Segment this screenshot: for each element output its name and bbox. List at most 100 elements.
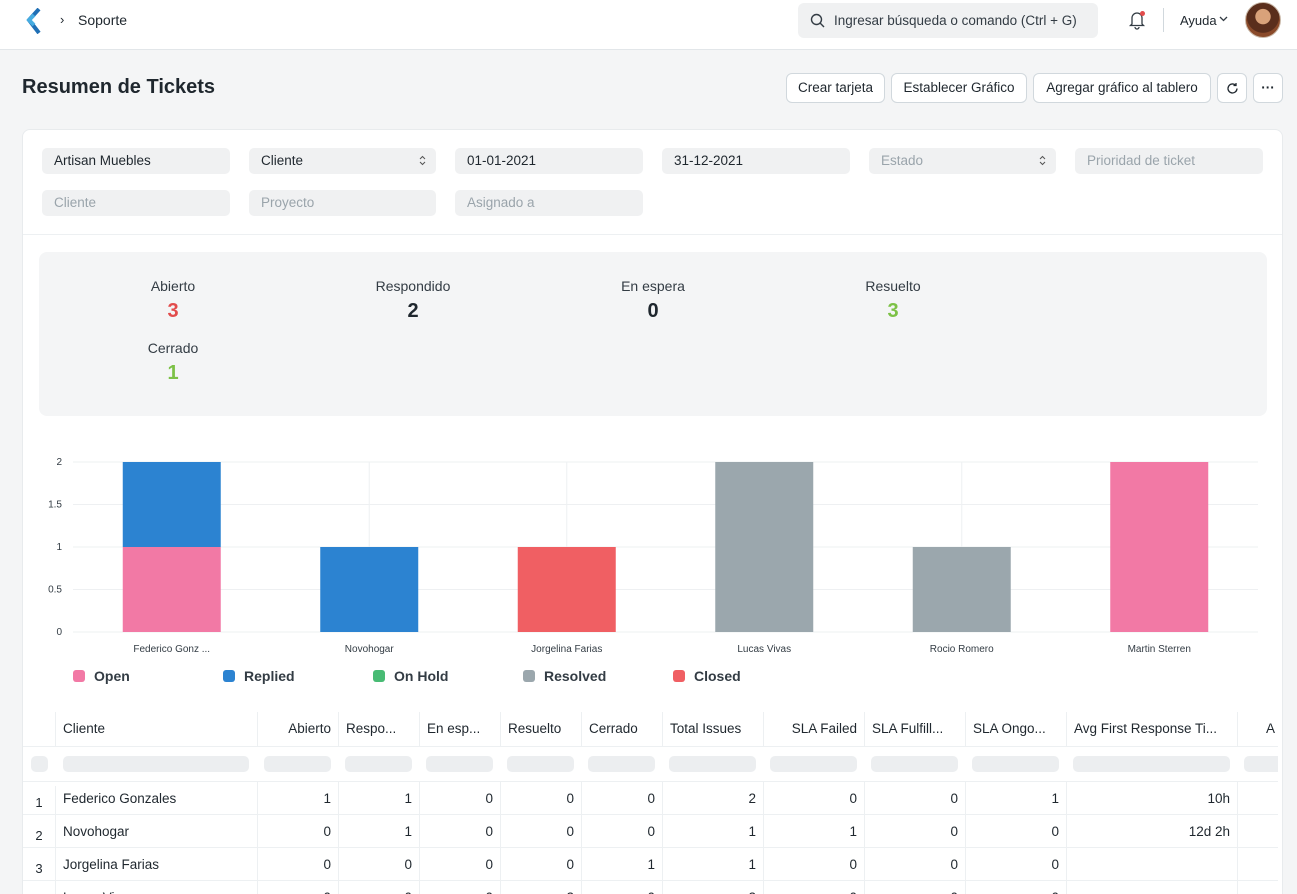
create-card-button[interactable]: Crear tarjeta <box>786 73 885 103</box>
add-chart-to-dashboard-button[interactable]: Agregar gráfico al tablero <box>1033 73 1211 103</box>
table-cell[interactable]: 1 <box>966 782 1067 815</box>
company-filter[interactable]: Artisan Muebles <box>42 148 230 174</box>
app-logo-icon[interactable] <box>26 8 44 34</box>
filter-cell[interactable] <box>770 756 857 772</box>
to-date-field[interactable]: 31-12-2021 <box>662 148 850 174</box>
table-cell[interactable]: 0 <box>258 881 339 894</box>
column-header[interactable]: A <box>1238 712 1278 746</box>
table-cell[interactable]: 0 <box>339 881 420 894</box>
table-cell[interactable]: 0 <box>258 815 339 848</box>
legend-open[interactable]: Open <box>73 668 130 684</box>
filter-cell[interactable] <box>1073 756 1230 772</box>
table-cell[interactable]: 0 <box>582 815 663 848</box>
column-header[interactable]: SLA Failed <box>764 712 865 746</box>
table-cell[interactable]: 0 <box>258 848 339 881</box>
legend-resolved[interactable]: Resolved <box>523 668 606 684</box>
filter-cell[interactable] <box>1244 756 1278 772</box>
table-cell[interactable]: 1 <box>339 815 420 848</box>
table-cell[interactable]: 2 <box>663 782 764 815</box>
table-cell[interactable]: 0 <box>501 782 582 815</box>
table-cell[interactable]: 0 <box>420 815 501 848</box>
column-header[interactable]: Abierto <box>258 712 339 746</box>
table-cell[interactable]: 1 <box>764 815 865 848</box>
table-cell[interactable]: 0 <box>865 815 966 848</box>
avatar[interactable] <box>1245 2 1281 38</box>
refresh-button[interactable] <box>1217 73 1247 103</box>
customer-field[interactable]: Cliente <box>42 190 230 216</box>
column-header[interactable]: Cerrado <box>582 712 663 746</box>
table-cell[interactable]: 0 <box>582 782 663 815</box>
table-cell[interactable]: 1 <box>258 782 339 815</box>
legend-closed[interactable]: Closed <box>673 668 741 684</box>
table-cell[interactable]: Lucas Vivas <box>56 881 258 894</box>
table-row[interactable]: 4Lucas Vivas000202000 <box>23 881 1278 894</box>
priority-field[interactable]: Prioridad de ticket <box>1075 148 1263 174</box>
table-cell[interactable]: 0 <box>764 881 865 894</box>
filter-cell[interactable] <box>871 756 958 772</box>
table-cell[interactable]: 0 <box>501 848 582 881</box>
table-cell[interactable]: 0 <box>966 848 1067 881</box>
help-dropdown[interactable]: Ayuda <box>1180 13 1217 28</box>
table-cell[interactable]: 0 <box>966 881 1067 894</box>
project-field[interactable]: Proyecto <box>249 190 436 216</box>
filter-cell[interactable] <box>264 756 331 772</box>
table-cell[interactable] <box>1067 848 1238 881</box>
table-row[interactable]: 3 Jorgelina Farias 0 0 0 0 1 1 0 0 0 <box>23 848 1278 885</box>
filter-cell[interactable] <box>588 756 655 772</box>
set-chart-button[interactable]: Establecer Gráfico <box>891 73 1027 103</box>
search-input[interactable]: Ingresar búsqueda o comando (Ctrl + G) <box>834 13 1077 28</box>
table-cell[interactable]: Federico Gonzales <box>56 782 258 815</box>
table-cell[interactable]: 12d 2h <box>1067 815 1238 848</box>
table-cell[interactable]: 0 <box>865 782 966 815</box>
based-on-select[interactable]: Cliente <box>249 148 436 174</box>
table-cell[interactable]: 0 <box>865 848 966 881</box>
table-cell[interactable]: 0 <box>420 848 501 881</box>
filter-cell[interactable] <box>972 756 1059 772</box>
table-cell[interactable]: 0 <box>420 782 501 815</box>
table-cell[interactable] <box>1238 782 1278 815</box>
table-cell[interactable]: 2 <box>501 881 582 894</box>
table-cell[interactable]: 0 <box>764 848 865 881</box>
column-header[interactable]: SLA Ongo... <box>966 712 1067 746</box>
column-header[interactable]: Resuelto <box>501 712 582 746</box>
breadcrumb[interactable]: Soporte <box>78 12 127 28</box>
table-row[interactable]: 1 Federico Gonzales 1 1 0 0 0 2 0 0 1 10h <box>23 782 1278 819</box>
assigned-to-field[interactable]: Asignado a <box>455 190 643 216</box>
table-cell[interactable]: 1 <box>663 815 764 848</box>
table-cell[interactable]: 0 <box>582 881 663 894</box>
table-cell[interactable]: 0 <box>865 881 966 894</box>
column-header[interactable]: Avg First Response Ti... <box>1067 712 1238 746</box>
table-cell[interactable]: 0 <box>420 881 501 894</box>
table-cell[interactable]: 0 <box>966 815 1067 848</box>
table-cell[interactable]: 1 <box>663 848 764 881</box>
table-cell[interactable] <box>1238 881 1278 894</box>
filter-cell[interactable] <box>345 756 412 772</box>
table-cell[interactable]: Jorgelina Farias <box>56 848 258 881</box>
column-header[interactable]: SLA Fulfill... <box>865 712 966 746</box>
column-header[interactable]: Total Issues <box>663 712 764 746</box>
table-cell[interactable] <box>1238 815 1278 848</box>
search-bar[interactable]: Ingresar búsqueda o comando (Ctrl + G) <box>798 3 1098 38</box>
table-cell[interactable] <box>1238 848 1278 881</box>
filter-cell[interactable] <box>63 756 249 772</box>
table-row[interactable]: 2 Novohogar 0 1 0 0 0 1 1 0 0 12d 2h <box>23 815 1278 852</box>
table-cell[interactable]: 0 <box>764 782 865 815</box>
table-cell[interactable] <box>1067 881 1238 894</box>
filter-cell[interactable] <box>31 756 48 772</box>
filter-cell[interactable] <box>507 756 574 772</box>
column-header[interactable]: Respo... <box>339 712 420 746</box>
table-cell[interactable]: 10h <box>1067 782 1238 815</box>
table-cell[interactable]: 0 <box>339 848 420 881</box>
table-cell[interactable]: 2 <box>663 881 764 894</box>
from-date-field[interactable]: 01-01-2021 <box>455 148 643 174</box>
table-cell[interactable]: Novohogar <box>56 815 258 848</box>
filter-cell[interactable] <box>669 756 756 772</box>
legend-on-hold[interactable]: On Hold <box>373 668 448 684</box>
status-select[interactable]: Estado <box>869 148 1056 174</box>
more-options-button[interactable]: ··· <box>1253 73 1283 103</box>
legend-replied[interactable]: Replied <box>223 668 295 684</box>
column-header[interactable]: En esp... <box>420 712 501 746</box>
table-cell[interactable]: 1 <box>582 848 663 881</box>
table-cell[interactable]: 1 <box>339 782 420 815</box>
table-cell[interactable]: 0 <box>501 815 582 848</box>
